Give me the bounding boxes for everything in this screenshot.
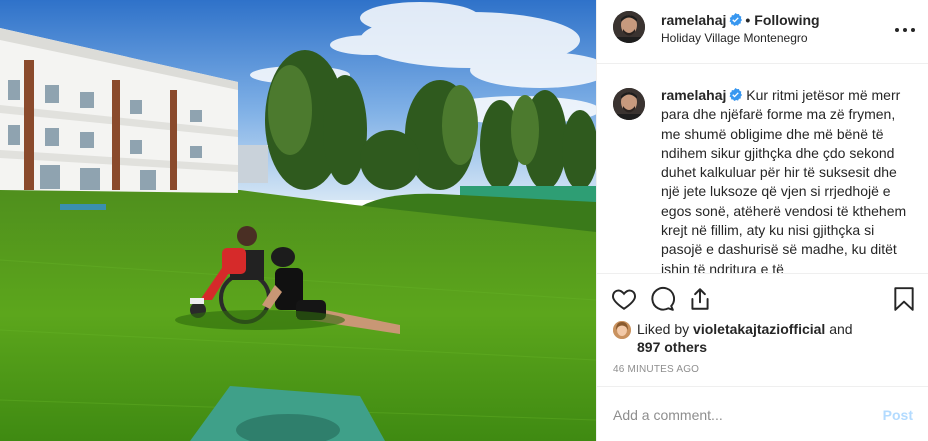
liked-by-line: Liked by violetakajtaziofficial and (637, 321, 853, 337)
likes-others-link[interactable]: 897 others (637, 339, 707, 355)
liked-by-prefix: Liked by (637, 321, 690, 337)
comment-bubble-icon[interactable] (649, 286, 675, 312)
following-button[interactable]: Following (754, 12, 819, 28)
avatar-image (613, 11, 645, 43)
avatar-image (613, 88, 645, 120)
caption-text-block: ramelahaj Kur ritmi jetësor më merr para… (661, 86, 907, 274)
action-bar (597, 282, 928, 318)
likes-section: Liked by violetakajtaziofficial and 897 … (613, 318, 913, 358)
more-options-icon[interactable] (895, 20, 915, 40)
liked-by-and: and (829, 321, 853, 337)
caption-body: Kur ritmi jetësor më merr para dhe njëfa… (661, 87, 907, 274)
caption-author-avatar[interactable] (613, 88, 645, 120)
post-comment-button[interactable]: Post (883, 407, 913, 423)
caption-username[interactable]: ramelahaj (661, 87, 726, 103)
author-avatar[interactable] (613, 11, 645, 43)
instagram-post: ramelahaj • Following Holiday Village Mont… (0, 0, 928, 441)
header-separator: • (745, 12, 751, 28)
caption-section: ramelahaj Kur ritmi jetësor më merr para… (597, 64, 928, 274)
liker-avatar[interactable] (613, 321, 631, 339)
verified-badge-icon (729, 13, 743, 26)
post-timestamp[interactable]: 46 minutes ago (613, 364, 699, 375)
heart-icon[interactable] (611, 286, 637, 312)
bookmark-icon[interactable] (891, 286, 917, 312)
post-sidebar: ramelahaj • Following Holiday Village Mont… (596, 0, 928, 441)
share-icon[interactable] (687, 286, 713, 312)
header-user-line: ramelahaj • Following (661, 12, 820, 28)
liker-username[interactable]: violetakajtaziofficial (693, 321, 825, 337)
post-location[interactable]: Holiday Village Montenegro (661, 31, 808, 45)
comment-form: Post (597, 386, 928, 441)
post-header: ramelahaj • Following Holiday Village Mont… (597, 0, 928, 64)
author-username[interactable]: ramelahaj (661, 12, 726, 28)
verified-badge-icon (729, 88, 743, 101)
post-photo[interactable] (0, 0, 596, 441)
liker-avatar-image (613, 321, 631, 339)
photo-scene (0, 0, 596, 441)
comment-input[interactable] (613, 405, 863, 425)
